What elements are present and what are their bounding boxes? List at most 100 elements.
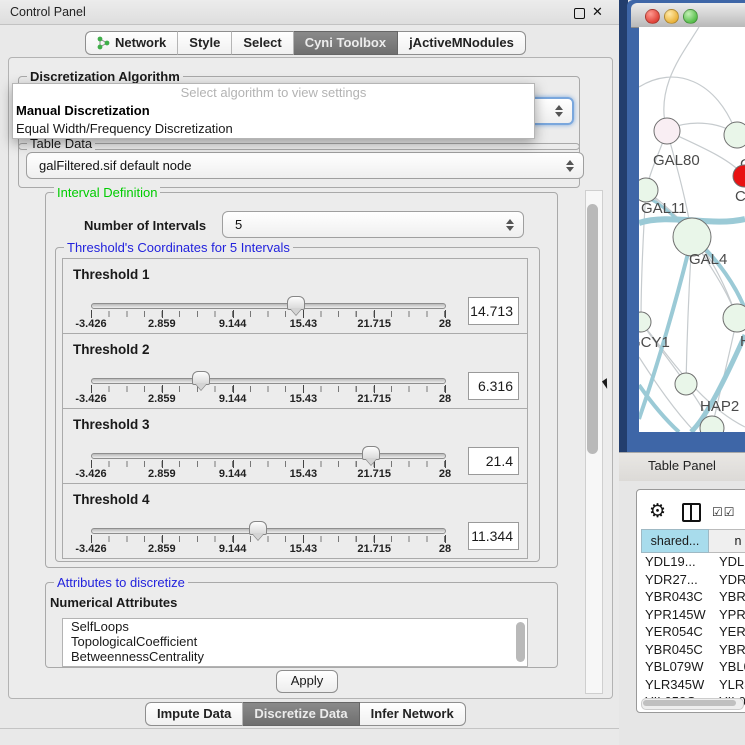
tab-infer-network[interactable]: Infer Network — [360, 702, 466, 726]
column-header-shared-name[interactable]: shared... — [641, 529, 709, 553]
table-h-scrollbar-thumb[interactable] — [643, 700, 736, 706]
popup-item-equal-width-frequency[interactable]: Equal Width/Frequency Discretization — [13, 120, 534, 138]
axis-tick-label: 21.715 — [357, 393, 391, 405]
tab-cyni-toolbox[interactable]: Cyni Toolbox — [294, 31, 398, 55]
interval-definition-title: Interval Definition — [54, 185, 160, 200]
column-layout-icon[interactable] — [682, 503, 701, 522]
axis-tick-label: -3.426 — [75, 543, 106, 555]
bottom-tab-bar: Impute Data Discretize Data Infer Networ… — [145, 702, 466, 726]
network-node[interactable] — [724, 122, 745, 148]
close-icon[interactable]: ✕ — [592, 4, 603, 20]
gear-icon[interactable]: ⚙ — [649, 500, 666, 523]
slider-axis: -3.4262.8599.14415.4321.71528 — [91, 393, 445, 406]
column-header-name[interactable]: n — [709, 529, 745, 553]
axis-tick-label: 15.43 — [290, 468, 318, 480]
threshold-label: Threshold 2 — [73, 342, 150, 357]
table-cell[interactable]: YBL0 — [713, 658, 745, 676]
close-traffic-icon[interactable] — [645, 9, 660, 24]
apply-button[interactable]: Apply — [276, 670, 338, 693]
table-cell[interactable]: YBL079W — [641, 658, 713, 676]
table-cell[interactable]: YBR045C — [641, 641, 713, 659]
table-row[interactable]: YBR043CYBR0 — [641, 588, 745, 606]
tab-select[interactable]: Select — [232, 31, 293, 55]
float-window-icon[interactable] — [574, 8, 585, 19]
network-edge-thick[interactable] — [639, 385, 679, 432]
popup-item-manual-discretization[interactable]: Manual Discretization — [13, 102, 534, 120]
slider-track[interactable] — [91, 453, 446, 459]
tab-impute-data[interactable]: Impute Data — [145, 702, 243, 726]
table-row[interactable]: YLR345WYLR3 — [641, 676, 745, 694]
attribute-item[interactable]: BetweennessCentrality — [63, 649, 527, 664]
network-node[interactable] — [639, 312, 651, 332]
slider-track[interactable] — [91, 378, 446, 384]
axis-tick-label: 9.144 — [219, 468, 247, 480]
threshold-value-field[interactable]: 21.4 — [468, 447, 519, 475]
table-cell[interactable]: YBR0 — [713, 641, 745, 659]
threshold-row-4: Threshold 4 -3.4262.8599.14415.4321.7152… — [62, 483, 528, 559]
list-scrollbar[interactable] — [516, 622, 525, 662]
checkbox-icons[interactable]: ☑☑ — [712, 505, 736, 519]
network-node[interactable] — [733, 165, 745, 187]
table-cell[interactable]: YLR3 — [713, 676, 745, 694]
network-node-label: GAL80 — [653, 152, 700, 169]
axis-tick-label: 15.43 — [290, 543, 318, 555]
table-row[interactable]: YBR045CYBR0 — [641, 641, 745, 659]
discretization-algorithm-group-title: Discretization Algorithm — [27, 69, 183, 84]
threshold-value-field[interactable]: 6.316 — [468, 372, 519, 400]
attribute-item[interactable]: SelfLoops — [63, 619, 527, 634]
table-cell[interactable]: YDL19... — [641, 553, 713, 571]
table-cell[interactable]: YBR043C — [641, 588, 713, 606]
threshold-row-1: Threshold 1 -3.4262.8599.14415.4321.7152… — [62, 258, 528, 334]
table-cell[interactable]: YPR145W — [641, 606, 713, 624]
slider-thumb[interactable] — [287, 296, 305, 310]
table-row[interactable]: YPR145WYPR1 — [641, 606, 745, 624]
network-edge[interactable] — [664, 27, 699, 131]
table-data-combo[interactable]: galFiltered.sif default node — [26, 152, 584, 179]
table-row[interactable]: YBL079WYBL0 — [641, 658, 745, 676]
tab-discretize-data[interactable]: Discretize Data — [243, 702, 359, 726]
slider-track[interactable] — [91, 303, 446, 309]
table-cell[interactable]: YER0 — [713, 623, 745, 641]
table-row[interactable]: YER054CYER0 — [641, 623, 745, 641]
tab-network[interactable]: Network — [85, 31, 178, 55]
network-node[interactable] — [654, 118, 680, 144]
minimize-traffic-icon[interactable] — [664, 9, 679, 24]
axis-tick-label: 28 — [439, 318, 451, 330]
numerical-attributes-list[interactable]: SelfLoopsTopologicalCoefficientBetweenne… — [62, 618, 528, 667]
attribute-item[interactable]: TopologicalCoefficient — [63, 634, 527, 649]
table-cell[interactable]: YPR1 — [713, 606, 745, 624]
slider-thumb[interactable] — [362, 446, 380, 460]
algorithm-dropdown-popup: Select algorithm to view settings Manual… — [12, 83, 535, 139]
axis-tick-label: 28 — [439, 393, 451, 405]
panel-scrollbar-thumb[interactable] — [587, 204, 598, 454]
slider-ticks — [91, 461, 445, 467]
zoom-traffic-icon[interactable] — [683, 9, 698, 24]
table-cell[interactable]: YDR27... — [641, 571, 713, 589]
table-h-scrollbar[interactable] — [641, 698, 744, 710]
slider-thumb[interactable] — [192, 371, 210, 385]
slider-track[interactable] — [91, 528, 446, 534]
axis-tick-label: -3.426 — [75, 393, 106, 405]
table-cell[interactable]: YBR0 — [713, 588, 745, 606]
table-cell[interactable]: YLR345W — [641, 676, 713, 694]
network-icon — [97, 36, 110, 50]
table-row[interactable]: YDR27...YDR2 — [641, 571, 745, 589]
table-cell[interactable]: YDR2 — [713, 571, 745, 589]
slider-thumb[interactable] — [249, 521, 267, 535]
table-cell[interactable]: YER054C — [641, 623, 713, 641]
number-of-intervals-combo[interactable]: 5 — [222, 211, 524, 238]
network-node[interactable] — [675, 373, 697, 395]
table-cell[interactable]: YDL1 — [713, 553, 745, 571]
tab-jactivemnodules[interactable]: jActiveMNodules — [398, 31, 526, 55]
network-canvas[interactable]: GAL80GALCGAL11GAL4GCY1HHAP2 — [639, 27, 745, 432]
network-node-label: HAP2 — [700, 398, 739, 415]
table-rows: YDL19...YDL1YDR27...YDR2YBR043CYBR0YPR14… — [641, 553, 745, 711]
slider-ticks — [91, 536, 445, 542]
network-node[interactable] — [639, 178, 658, 202]
threshold-value-field[interactable]: 11.344 — [468, 522, 519, 550]
network-node[interactable] — [723, 304, 745, 332]
tab-style[interactable]: Style — [178, 31, 232, 55]
axis-tick-label: 9.144 — [219, 393, 247, 405]
table-row[interactable]: YDL19...YDL1 — [641, 553, 745, 571]
threshold-value-field[interactable]: 14.713 — [468, 297, 519, 325]
